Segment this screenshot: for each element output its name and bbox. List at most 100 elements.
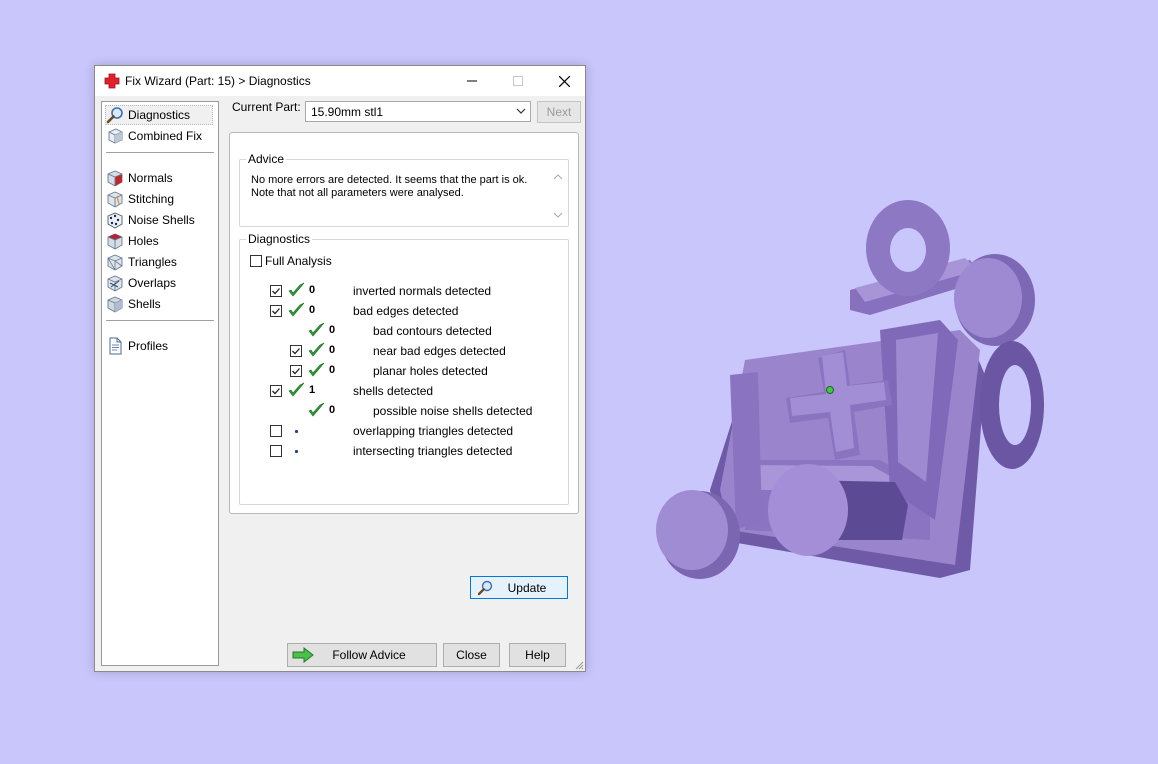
red-cross-icon	[104, 73, 120, 89]
diagnostic-checkbox[interactable]	[290, 365, 302, 377]
advice-group: Advice No more errors are detected. It s…	[239, 152, 569, 227]
title-bar[interactable]: Fix Wizard (Part: 15) > Diagnostics	[95, 66, 585, 96]
diagnostic-label: near bad edges detected	[373, 344, 506, 358]
diagnostics-title: Diagnostics	[246, 232, 313, 246]
diagnostic-checkbox[interactable]	[270, 445, 282, 457]
checkmark-icon	[272, 308, 280, 315]
chevron-down-icon	[516, 108, 526, 114]
magnifier-icon	[106, 107, 123, 124]
sidebar-item-label: Holes	[128, 234, 159, 248]
ok-check-icon	[288, 382, 305, 398]
stitching-cube-icon	[107, 191, 123, 208]
update-button[interactable]: Update	[470, 576, 568, 599]
model-top-ring-hole	[890, 228, 926, 272]
sidebar-item-label: Triangles	[128, 255, 177, 269]
sidebar-item-shells[interactable]: Shells	[106, 294, 161, 314]
model-side-ring-hole	[999, 365, 1031, 445]
diagnostic-label: intersecting triangles detected	[353, 444, 513, 458]
diagnostics-panel: Advice No more errors are detected. It s…	[229, 132, 579, 599]
ok-check-icon	[308, 362, 325, 378]
checkmark-icon	[272, 388, 280, 395]
close-button[interactable]: Close	[443, 643, 500, 667]
sidebar-item-diagnostics[interactable]: Diagnostics	[105, 105, 213, 125]
sidebar: Diagnostics Combined Fix Normals Stitchi…	[101, 101, 219, 666]
sidebar-divider	[106, 152, 214, 153]
help-button[interactable]: Help	[509, 643, 566, 667]
maximize-icon	[513, 76, 523, 86]
sidebar-item-noise-shells[interactable]: Noise Shells	[106, 210, 195, 230]
diagnostic-label: shells detected	[353, 384, 434, 398]
sidebar-item-normals[interactable]: Normals	[106, 168, 173, 188]
diagnostic-label: bad edges detected	[353, 304, 459, 318]
ok-check-icon	[308, 402, 325, 418]
ok-check-icon	[288, 302, 305, 318]
sidebar-item-label: Noise Shells	[128, 213, 195, 227]
model-left-knob-face	[656, 490, 728, 570]
current-part-value: 15.90mm stl1	[311, 105, 384, 119]
checkmark-icon	[292, 368, 300, 375]
sidebar-item-label: Combined Fix	[128, 129, 203, 143]
sidebar-item-label: Normals	[128, 171, 173, 185]
diagnostic-label: inverted normals detected	[353, 284, 492, 298]
arrow-right-icon	[292, 647, 314, 663]
diagnostic-count: 0	[329, 364, 336, 376]
sidebar-divider	[106, 320, 214, 321]
checkmark-icon	[272, 288, 280, 295]
sidebar-item-label: Overlaps	[128, 276, 177, 290]
fix-wizard-window: Fix Wizard (Part: 15) > Diagnostics Diag…	[94, 65, 586, 672]
diagnostic-label: overlapping triangles detected	[353, 424, 514, 438]
window-title: Fix Wizard (Part: 15) > Diagnostics	[125, 74, 311, 88]
diagnostic-checkbox[interactable]	[270, 305, 282, 317]
diagnostic-checkbox[interactable]	[270, 425, 282, 437]
diagnostic-count: 0	[309, 304, 316, 316]
diagnostic-count: 0	[329, 344, 336, 356]
diagnostic-checkbox[interactable]	[290, 345, 302, 357]
sidebar-item-label: Shells	[128, 297, 161, 311]
sidebar-item-overlaps[interactable]: Overlaps	[106, 273, 176, 293]
diagnostic-checkbox[interactable]	[270, 385, 282, 397]
diagnostic-label: possible noise shells detected	[373, 404, 533, 418]
document-icon	[109, 337, 122, 355]
checkmark-icon	[292, 348, 300, 355]
model-right-knob-face	[954, 258, 1022, 338]
current-part-label: Current Part:	[232, 100, 301, 114]
close-icon	[558, 75, 570, 87]
current-part-select[interactable]: 15.90mm stl1	[305, 101, 531, 122]
cube-icon	[108, 128, 123, 144]
diagnostic-count: 0	[329, 404, 336, 416]
advice-title: Advice	[246, 152, 287, 166]
normals-cube-icon	[107, 170, 123, 187]
diagnostic-count: 1	[309, 384, 316, 396]
pending-dot-icon	[295, 450, 298, 453]
update-label: Update	[507, 581, 547, 595]
advice-scrollbar[interactable]	[551, 172, 565, 220]
sidebar-item-holes[interactable]: Holes	[106, 231, 159, 251]
sidebar-item-triangles[interactable]: Triangles	[106, 252, 177, 272]
pending-dot-icon	[295, 430, 298, 433]
ok-check-icon	[288, 282, 305, 298]
sidebar-item-profiles[interactable]: Profiles	[106, 336, 168, 356]
model-cylinder-end	[768, 464, 848, 556]
close-window-button[interactable]	[541, 66, 587, 96]
diagnostic-count: 0	[329, 324, 336, 336]
follow-advice-button[interactable]: Follow Advice	[287, 643, 437, 667]
sidebar-item-label: Profiles	[128, 339, 169, 353]
sidebar-item-combined-fix[interactable]: Combined Fix	[106, 126, 202, 146]
full-analysis-checkbox[interactable]	[250, 255, 262, 267]
diagnostic-checkbox[interactable]	[270, 285, 282, 297]
noise-shells-icon	[107, 212, 123, 229]
minimize-button[interactable]	[449, 66, 495, 96]
part-3d-model[interactable]	[640, 190, 1060, 590]
triangles-cube-icon	[107, 254, 123, 271]
model-pivot-point	[826, 386, 834, 394]
diagnostic-label: bad contours detected	[373, 324, 492, 338]
diagnostic-label: planar holes detected	[373, 364, 488, 378]
sidebar-item-label: Diagnostics	[128, 108, 191, 122]
resize-grip-icon[interactable]	[574, 660, 584, 670]
sidebar-item-label: Stitching	[128, 192, 175, 206]
maximize-button[interactable]	[495, 66, 541, 96]
next-button[interactable]: Next	[537, 101, 581, 123]
sidebar-item-stitching[interactable]: Stitching	[106, 189, 174, 209]
minimize-icon	[467, 80, 477, 82]
ok-check-icon	[308, 322, 325, 338]
